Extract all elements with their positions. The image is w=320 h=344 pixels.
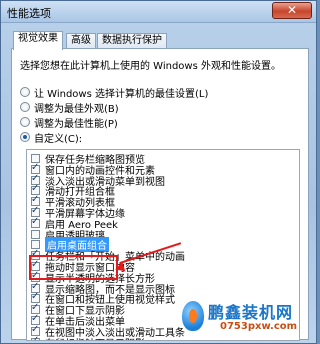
- watermark-logo-icon: [182, 301, 204, 331]
- radio-label: 让 Windows 选择计算机的最佳设置(L): [34, 88, 209, 100]
- panel-description: 选择您想在此计算机上使用的 Windows 外观和性能设置。: [20, 61, 281, 72]
- effect-label: 在鼠标指针下显示阴影: [45, 335, 145, 340]
- tab-advanced[interactable]: 高级: [66, 33, 96, 49]
- radio-label: 调整为最佳外观(B): [34, 103, 119, 115]
- radio-indicator[interactable]: [20, 102, 30, 112]
- radio-label: 自定义(C):: [34, 133, 83, 145]
- radio-best-appearance[interactable]: 调整为最佳外观(B): [20, 100, 119, 115]
- close-button[interactable]: ✕: [272, 2, 312, 19]
- tab-visual-effects[interactable]: 视觉效果: [13, 31, 63, 50]
- watermark-brand: 鹏鑫装机网: [208, 303, 294, 322]
- effect-checkbox[interactable]: [31, 229, 40, 239]
- radio-custom[interactable]: 自定义(C):: [20, 130, 83, 145]
- performance-options-window: 性能选项 ✕ 视觉效果 高级 数据执行保护 选择您想在此计算机上使用的 Wind…: [0, 0, 317, 344]
- radio-let-windows-choose[interactable]: 让 Windows 选择计算机的最佳设置(L): [20, 85, 209, 100]
- radio-indicator[interactable]: [20, 87, 30, 97]
- radio-best-performance[interactable]: 调整为最佳性能(P): [20, 115, 118, 130]
- radio-indicator[interactable]: [20, 117, 30, 127]
- effect-checkbox[interactable]: [31, 335, 40, 340]
- radio-label: 调整为最佳性能(P): [34, 118, 118, 130]
- site-watermark: 鹏鑫装机网 0753pxw.com: [182, 299, 310, 337]
- annotation-highlight-box: [29, 255, 118, 280]
- radio-indicator[interactable]: [20, 132, 30, 142]
- watermark-url: 0753pxw.com: [220, 321, 298, 332]
- visual-effects-panel: 选择您想在此计算机上使用的 Windows 外观和性能设置。 让 Windows…: [11, 48, 309, 341]
- tab-data-execution-prevention[interactable]: 数据执行保护: [97, 33, 167, 49]
- window-title: 性能选项: [7, 7, 51, 20]
- effect-checkbox[interactable]: [31, 216, 40, 228]
- title-bar[interactable]: 性能选项 ✕: [1, 1, 316, 23]
- effect-list-item[interactable]: 在鼠标指针下显示阴影: [31, 335, 145, 340]
